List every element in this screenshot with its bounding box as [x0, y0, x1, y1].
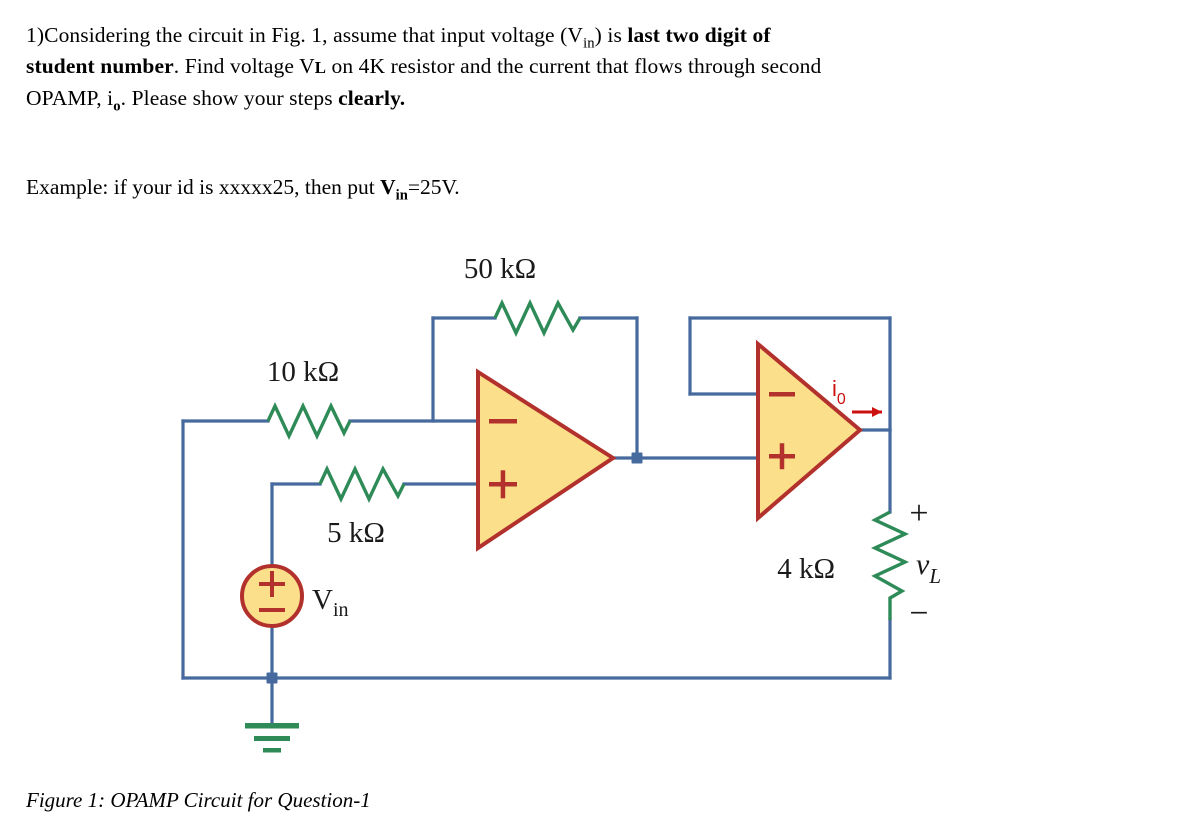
- question-line-2-part-a: . Find voltage V: [173, 54, 315, 78]
- figure-area: 50 kΩ 10 kΩ 5 kΩ 4 kΩ Vin i0 vL + −: [0, 226, 1194, 776]
- opamp-circuit-diagram: 50 kΩ 10 kΩ 5 kΩ 4 kΩ Vin i0 vL + −: [181, 253, 941, 753]
- opamp-1-inverting-input-icon: [489, 419, 517, 424]
- resistor-50k-symbol: [493, 298, 582, 338]
- label-vl-plus-polarity: +: [909, 495, 928, 532]
- label-resistor-4k: 4 kΩ: [777, 553, 835, 585]
- junction-source-bottom: [266, 672, 278, 684]
- figure-caption: Figure 1: OPAMP Circuit for Question-1: [26, 788, 371, 812]
- label-io: i0: [832, 376, 846, 408]
- example-line: Example: if your id is xxxxx25, then put…: [26, 172, 460, 204]
- voltage-source-vin[interactable]: [240, 564, 304, 628]
- question-line-3-bold: clearly.: [338, 86, 406, 110]
- label-vin-main: V: [312, 584, 333, 616]
- resistor-5k-symbol: [318, 464, 406, 504]
- question-line-1: 1)Considering the circuit in Fig. 1, ass…: [26, 20, 1162, 51]
- question-text-block: 1)Considering the circuit in Fig. 1, ass…: [26, 20, 1162, 114]
- current-arrow-io: [852, 407, 882, 417]
- example-text-part-b: =25V.: [407, 175, 460, 199]
- label-vl-main: v: [916, 548, 930, 581]
- label-resistor-10k: 10 kΩ: [267, 356, 339, 388]
- question-number: 1): [26, 23, 45, 47]
- opamp-2-body[interactable]: [756, 339, 864, 523]
- resistor-10k-symbol: [266, 401, 352, 441]
- example-vin-label: V: [380, 175, 396, 199]
- label-vl-minus-polarity: −: [909, 595, 928, 632]
- junction-opamp1-output: [631, 452, 643, 464]
- question-line-1-part-a: Considering the circuit in Fig. 1, assum…: [44, 23, 584, 47]
- wire-junctions: [266, 452, 643, 684]
- question-line-1-bold: last two digit of: [627, 23, 771, 47]
- io-subscript: o: [113, 98, 121, 115]
- question-line-3-part-b: . Please show your steps: [120, 86, 339, 110]
- opamp-2[interactable]: [756, 339, 864, 523]
- label-vl-subscript: L: [928, 564, 941, 588]
- label-resistor-5k: 5 kΩ: [327, 517, 385, 549]
- source-minus-icon: [259, 608, 285, 612]
- ground-icon: [245, 723, 299, 753]
- label-vl: vL: [916, 548, 941, 588]
- label-vin-subscript: in: [333, 599, 349, 621]
- question-line-3-part-a: OPAMP, i: [26, 86, 114, 110]
- question-line-2-bold: student number: [26, 54, 174, 78]
- resistor-4k-symbol: [870, 510, 910, 620]
- label-vin: Vin: [312, 584, 349, 621]
- question-line-2: student number. Find voltage VL on 4K re…: [26, 51, 1162, 83]
- question-line-1-part-b: ) is: [594, 23, 628, 47]
- example-text-part-a: Example: if your id is xxxxx25, then put: [26, 175, 381, 199]
- opamp-2-inverting-input-icon: [769, 392, 795, 397]
- question-line-3: OPAMP, io. Please show your steps clearl…: [26, 83, 1162, 114]
- label-resistor-50k: 50 kΩ: [464, 253, 536, 285]
- example-vin-subscript: in: [395, 187, 408, 204]
- opamp-1[interactable]: [476, 368, 617, 552]
- label-io-subscript: 0: [837, 391, 846, 408]
- vl-subscript: L: [314, 58, 326, 77]
- opamp-1-body[interactable]: [476, 368, 617, 552]
- question-line-2-part-b: on 4K resistor and the current that flow…: [326, 54, 822, 78]
- vin-subscript-1: in: [583, 35, 595, 52]
